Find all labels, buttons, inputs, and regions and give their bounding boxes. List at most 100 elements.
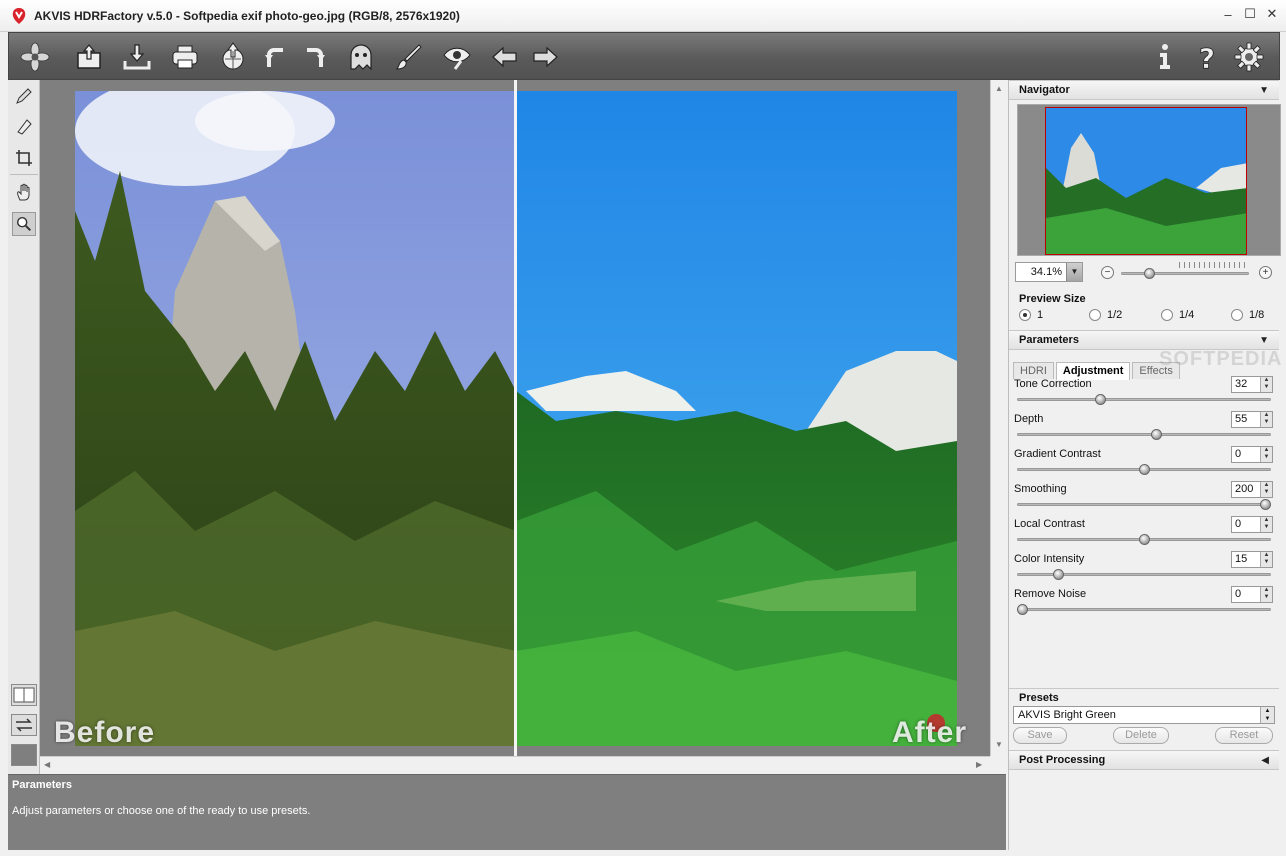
parameter-slider-thumb[interactable]	[1017, 604, 1028, 615]
preview-size-option[interactable]: 1	[1019, 309, 1043, 321]
parameter-label: Smoothing	[1014, 483, 1067, 495]
parameter-row: Depth 55 ▲ ▼	[1009, 411, 1279, 446]
parameter-value-field[interactable]: 32 ▲ ▼	[1231, 376, 1273, 393]
parameter-slider[interactable]	[1017, 608, 1271, 611]
spinner-icon[interactable]: ▲ ▼	[1260, 377, 1272, 392]
radio-icon[interactable]	[1231, 309, 1243, 321]
info-icon[interactable]	[1147, 39, 1183, 75]
pencil-tool-icon[interactable]	[12, 84, 36, 108]
settings-icon[interactable]	[1231, 39, 1267, 75]
save-preset-button[interactable]: Save	[1013, 727, 1067, 744]
eraser-tool-icon[interactable]	[12, 114, 36, 138]
split-view-button[interactable]	[11, 684, 37, 706]
redo-icon[interactable]	[297, 39, 333, 75]
share-icon[interactable]	[215, 39, 251, 75]
preview-size-option[interactable]: 1/2	[1089, 309, 1122, 321]
zoom-tool-icon[interactable]	[12, 212, 36, 236]
print-icon[interactable]	[167, 39, 203, 75]
forward-arrow-icon[interactable]	[527, 39, 563, 75]
status-title: Parameters	[12, 779, 72, 791]
settings-panel: Navigator ▼ 34.1% ▼ − + Preview Size 1 1…	[1008, 80, 1281, 850]
parameter-row: Local Contrast 0 ▲ ▼	[1009, 516, 1279, 551]
horizontal-scrollbar[interactable]: ◀ ▶	[40, 756, 990, 772]
preview-size-title: Preview Size	[1019, 293, 1086, 305]
parameter-value-field[interactable]: 0 ▲ ▼	[1231, 446, 1273, 463]
zoom-ticks	[1179, 262, 1249, 268]
hand-tool-icon[interactable]	[12, 180, 36, 204]
radio-icon[interactable]	[1089, 309, 1101, 321]
parameter-slider[interactable]	[1017, 398, 1271, 401]
tool-strip	[8, 80, 40, 774]
parameter-slider-thumb[interactable]	[1138, 534, 1150, 545]
maximize-button[interactable]: ☐	[1242, 6, 1258, 22]
minimize-button[interactable]: –	[1220, 6, 1236, 22]
spinner-icon[interactable]: ▲ ▼	[1260, 552, 1272, 567]
undo-icon[interactable]	[257, 39, 293, 75]
presets-title: Presets	[1019, 692, 1059, 704]
crop-tool-icon[interactable]	[12, 146, 36, 170]
spinner-icon[interactable]: ▲ ▼	[1260, 707, 1274, 723]
preview-size-option[interactable]: 1/8	[1231, 309, 1264, 321]
spinner-icon[interactable]: ▲ ▼	[1260, 587, 1272, 602]
status-text: Adjust parameters or choose one of the r…	[12, 805, 311, 817]
close-button[interactable]: ✕	[1264, 6, 1280, 22]
radio-icon[interactable]	[1161, 309, 1173, 321]
parameter-row: Gradient Contrast 0 ▲ ▼	[1009, 446, 1279, 481]
spinner-icon[interactable]: ▲ ▼	[1260, 412, 1272, 427]
parameter-value-field[interactable]: 0 ▲ ▼	[1231, 516, 1273, 533]
preview-size-label: 1	[1037, 309, 1044, 321]
parameter-value: 15	[1235, 553, 1248, 565]
akvis-logo-icon[interactable]	[13, 39, 57, 75]
spinner-icon[interactable]: ▲ ▼	[1260, 447, 1272, 462]
spinner-icon[interactable]: ▲ ▼	[1260, 517, 1272, 532]
parameter-slider[interactable]	[1017, 433, 1271, 436]
parameter-slider[interactable]	[1017, 503, 1271, 506]
parameter-value-field[interactable]: 55 ▲ ▼	[1231, 411, 1273, 428]
collapse-icon[interactable]: ▼	[1259, 81, 1269, 100]
split-divider[interactable]	[514, 80, 517, 756]
parameters-header[interactable]: Parameters ▼	[1009, 330, 1279, 350]
radio-icon[interactable]	[1019, 309, 1031, 321]
dropdown-arrow-icon[interactable]: ▼	[1066, 263, 1082, 281]
zoom-slider[interactable]	[1121, 272, 1249, 275]
back-arrow-icon[interactable]	[487, 39, 523, 75]
preset-select[interactable]: AKVIS Bright Green ▲ ▼	[1013, 706, 1275, 724]
vertical-scrollbar[interactable]: ▲ ▼	[990, 80, 1006, 756]
parameter-slider-thumb[interactable]	[1150, 429, 1162, 440]
parameter-row: Remove Noise 0 ▲ ▼	[1009, 586, 1279, 621]
single-view-button[interactable]	[11, 744, 37, 766]
post-processing-header[interactable]: Post Processing ◀	[1009, 750, 1279, 770]
parameter-slider-thumb[interactable]	[1094, 394, 1106, 405]
brush-icon[interactable]	[391, 39, 427, 75]
zoom-in-button[interactable]: +	[1259, 266, 1272, 279]
parameter-slider-thumb[interactable]	[1138, 464, 1150, 475]
parameter-slider-thumb[interactable]	[1260, 499, 1271, 510]
expand-icon[interactable]: ◀	[1261, 751, 1269, 770]
preview-size-option[interactable]: 1/4	[1161, 309, 1194, 321]
image-canvas[interactable]: Before After	[40, 80, 990, 756]
zoom-slider-thumb[interactable]	[1144, 268, 1156, 279]
eye-icon[interactable]	[439, 39, 475, 75]
reset-preset-button[interactable]: Reset	[1215, 727, 1273, 744]
zoom-select[interactable]: 34.1% ▼	[1015, 262, 1083, 282]
open-icon[interactable]	[71, 39, 107, 75]
watermark: SOFTPEDIA	[1159, 348, 1283, 370]
parameter-value-field[interactable]: 200 ▲ ▼	[1231, 481, 1273, 498]
parameter-value: 32	[1235, 378, 1248, 390]
parameter-slider-thumb[interactable]	[1053, 569, 1065, 580]
navigator-title: Navigator	[1019, 84, 1070, 96]
swap-view-button[interactable]	[11, 714, 37, 736]
preview-size-header: Preview Size	[1009, 290, 1279, 310]
ghost-icon[interactable]	[343, 39, 379, 75]
after-label: After	[892, 716, 968, 749]
parameter-value-field[interactable]: 0 ▲ ▼	[1231, 586, 1273, 603]
save-icon[interactable]	[119, 39, 155, 75]
navigator-preview[interactable]	[1017, 104, 1281, 256]
spinner-icon[interactable]: ▲ ▼	[1260, 482, 1272, 497]
delete-preset-button[interactable]: Delete	[1113, 727, 1169, 744]
navigator-header[interactable]: Navigator ▼	[1009, 80, 1279, 100]
zoom-out-button[interactable]: −	[1101, 266, 1114, 279]
parameter-row: Tone Correction 32 ▲ ▼	[1009, 376, 1279, 411]
help-icon[interactable]: ?	[1189, 39, 1225, 75]
parameter-value-field[interactable]: 15 ▲ ▼	[1231, 551, 1273, 568]
